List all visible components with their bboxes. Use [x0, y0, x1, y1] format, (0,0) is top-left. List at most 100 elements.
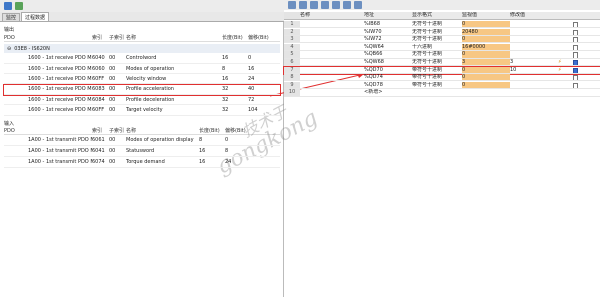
checkbox-cell — [570, 89, 600, 95]
name-cell — [300, 67, 364, 73]
modify-checkbox[interactable] — [573, 60, 578, 66]
name-cell — [300, 82, 364, 88]
length-cell: 8 — [222, 65, 226, 72]
row-number: 4 — [284, 43, 300, 50]
output-row[interactable]: 1600 - 1st receive PDO Mapping60FF 00 Velo… — [4, 75, 280, 85]
format-cell: 无符号十进制 — [412, 59, 443, 65]
output-row[interactable]: 1600 - 1st receive PDO Mapping60FF 00 Targ… — [4, 106, 280, 116]
modify-value-cell[interactable] — [510, 89, 558, 95]
modify-value-cell[interactable]: 10 — [510, 67, 558, 73]
subindex-cell: 00 — [109, 148, 116, 155]
modify-flag-icon: ⚡ — [558, 59, 562, 65]
length-cell: 16 — [222, 55, 229, 62]
address-cell: %QD70 — [364, 66, 383, 73]
format-cell — [412, 89, 462, 95]
output-row[interactable]: 1600 - 1st receive PDO Mapping6060 00 Mode… — [4, 64, 280, 74]
pdo-cell: 1600 - 1st receive PDO Mapping — [28, 65, 92, 72]
modify-checkbox[interactable] — [573, 82, 578, 88]
row-number: 10 — [284, 89, 300, 96]
monitor-value-cell: 20480 — [462, 28, 510, 35]
index-cell: 60FF — [92, 107, 105, 114]
length-cell: 32 — [222, 96, 229, 103]
subindex-cell: 00 — [109, 65, 116, 72]
output-row[interactable]: 1600 - 1st receive PDO Mapping6083 00 Prof… — [3, 84, 281, 96]
offset-cell: 8 — [225, 148, 229, 155]
monitor-value-cell: 0 — [462, 51, 510, 58]
offset-cell: 104 — [248, 107, 258, 114]
offset-cell: 24 — [225, 159, 232, 166]
modify-value-cell[interactable]: 3 — [510, 59, 558, 65]
input-row[interactable]: 1A00 - 1st transmit PDO Mapping6041 00 Sta… — [4, 147, 280, 157]
modify-value-cell[interactable] — [510, 29, 558, 35]
row-number: 1 — [284, 21, 300, 28]
watch-row[interactable]: 3 %IW72 无符号十进制 0 — [284, 36, 600, 44]
checkbox-cell — [570, 51, 600, 58]
input-row[interactable]: 1A00 - 1st transmit PDO Mapping6061 00 Mod… — [4, 136, 280, 146]
name-cell — [300, 36, 364, 42]
index-cell: 6060 — [92, 65, 105, 72]
watch-row[interactable]: 6 %QW68 无符号十进制 3 3 ⚡ — [284, 59, 600, 67]
subindex-cell: 00 — [109, 86, 116, 93]
address-cell: %QW68 — [364, 59, 384, 65]
modify-value-cell[interactable] — [510, 82, 558, 88]
pdo-cell: 1600 - 1st receive PDO Mapping — [28, 107, 92, 114]
watch-row[interactable]: 7 %QD70 带符号十进制 0 10 ⚡ — [283, 65, 600, 75]
monitor-value-cell: 0 — [462, 81, 510, 88]
modify-checkbox[interactable] — [573, 37, 578, 43]
pdo-cell: 1A00 - 1st transmit PDO Mapping — [28, 148, 92, 155]
watch-row[interactable]: 8 %QD74 带符号十进制 0 — [284, 74, 600, 82]
modify-flag-icon: ⚡ — [558, 66, 562, 73]
watch-row[interactable]: 5 %QB66 无符号十进制 0 — [284, 51, 600, 59]
watch-row[interactable]: 9 %QD78 带符号十进制 0 — [284, 81, 600, 89]
index-cell: 6041 — [92, 148, 105, 155]
pdo-cell: 1A00 - 1st transmit PDO Mapping — [28, 137, 92, 144]
offset-cell: 0 — [225, 137, 229, 144]
monitor-value-cell — [462, 89, 510, 96]
output-row[interactable]: 1600 - 1st receive PDO Mapping6040 00 Cont… — [4, 54, 280, 64]
modify-checkbox[interactable] — [573, 67, 578, 73]
modify-checkbox[interactable] — [573, 22, 578, 28]
modify-checkbox[interactable] — [573, 44, 578, 50]
row-number: 2 — [284, 28, 300, 35]
checkbox-cell — [570, 44, 600, 50]
length-cell: 16 — [222, 76, 229, 83]
name-cell: Statusword — [126, 148, 155, 155]
input-row[interactable]: 1A00 - 1st transmit PDO Mapping6074 00 Tor… — [4, 158, 280, 168]
pdo-cell: 1A00 - 1st transmit PDO Mapping — [28, 159, 92, 166]
format-cell: 十六进制 — [412, 43, 433, 50]
modify-value-cell[interactable] — [510, 21, 558, 27]
flag-cell — [558, 74, 570, 80]
offset-cell: 16 — [248, 65, 255, 72]
checkbox-cell — [570, 36, 600, 43]
flag-cell — [558, 51, 570, 57]
modify-checkbox[interactable] — [573, 75, 578, 81]
watch-row[interactable]: 2 %IW70 无符号十进制 20480 — [284, 28, 600, 36]
watch-row[interactable]: 1 %IB68 无符号十进制 0 — [284, 21, 600, 29]
flag-cell — [558, 36, 570, 42]
format-cell: 带符号十进制 — [412, 74, 443, 81]
monitor-value-cell: 0 — [462, 21, 510, 28]
format-cell: 带符号十进制 — [412, 81, 443, 88]
modify-value-cell[interactable] — [510, 36, 558, 42]
watch-row[interactable]: 10 <新增> — [284, 89, 600, 97]
modify-value-cell[interactable] — [510, 44, 558, 50]
modify-value-cell[interactable] — [510, 51, 558, 57]
flag-cell: ⚡ — [558, 67, 570, 73]
output-row[interactable]: 1600 - 1st receive PDO Mapping6084 00 Prof… — [4, 96, 280, 106]
subindex-cell: 00 — [109, 96, 116, 103]
flag-cell — [558, 29, 570, 35]
modify-checkbox[interactable] — [573, 29, 578, 35]
row-number: 5 — [284, 51, 300, 58]
subindex-cell: 00 — [109, 76, 116, 83]
monitor-value-cell: 0 — [462, 74, 510, 81]
checkbox-cell — [570, 67, 600, 73]
offset-cell: 0 — [248, 55, 252, 62]
address-cell: %IW72 — [364, 36, 382, 43]
modify-value-cell[interactable] — [510, 74, 558, 80]
modify-checkbox[interactable] — [573, 52, 578, 58]
length-cell: 32 — [222, 107, 229, 114]
watch-row[interactable]: 4 %QW64 十六进制 16#0000 — [284, 43, 600, 51]
offset-cell: 72 — [248, 96, 255, 103]
name-cell — [300, 59, 364, 65]
pdo-cell: 1600 - 1st receive PDO Mapping — [28, 55, 92, 62]
